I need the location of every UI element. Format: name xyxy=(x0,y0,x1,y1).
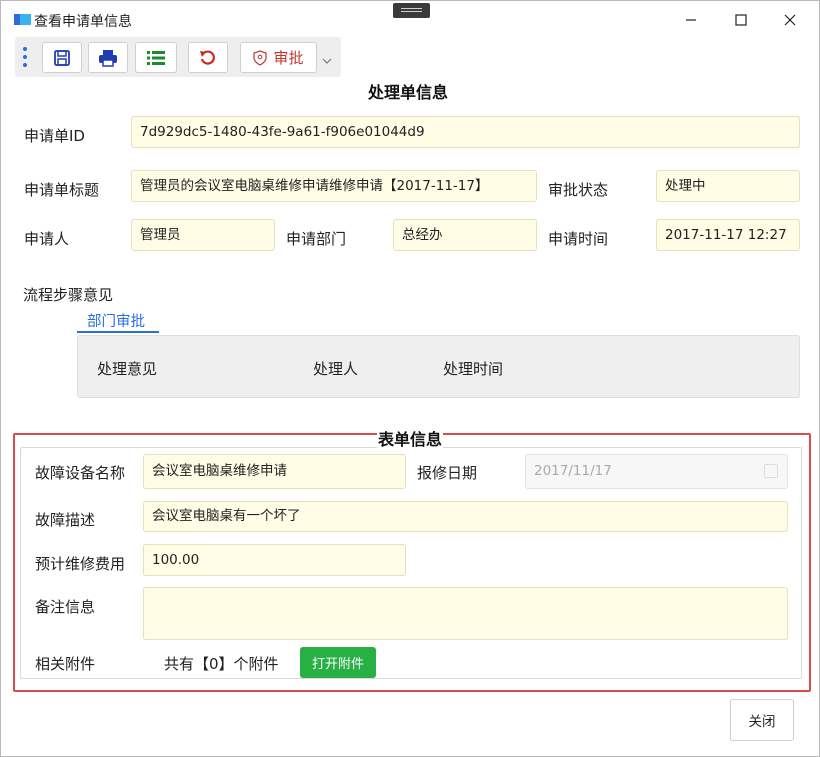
chevron-down-icon[interactable] xyxy=(322,55,332,68)
repair-date-field[interactable]: 2017/11/17 xyxy=(525,454,788,489)
form-section-title: 表单信息 xyxy=(377,426,444,450)
applicant-label: 申请人 xyxy=(24,230,70,248)
status-label: 审批状态 xyxy=(548,181,609,199)
id-label: 申请单ID xyxy=(24,127,85,145)
time-label: 申请时间 xyxy=(548,230,609,248)
department-label: 申请部门 xyxy=(286,230,347,248)
cost-label: 预计维修费用 xyxy=(35,555,126,573)
column-header-time[interactable]: 处理时间 xyxy=(443,358,503,379)
note-label: 备注信息 xyxy=(35,598,96,616)
desc-field[interactable]: 会议室电脑桌有一个坏了 xyxy=(143,501,788,532)
repair-date-label: 报修日期 xyxy=(417,464,478,482)
save-icon xyxy=(54,49,70,66)
window-title: 查看申请单信息 xyxy=(34,14,132,30)
list-icon xyxy=(147,50,165,65)
attach-count: 共有【0】个附件 xyxy=(164,655,279,673)
undo-button[interactable] xyxy=(188,42,228,73)
approve-label: 审批 xyxy=(273,49,304,67)
title-bar[interactable]: 查看申请单信息 xyxy=(1,1,819,37)
maximize-button[interactable] xyxy=(726,7,756,33)
applicant-field[interactable]: 管理员 xyxy=(131,219,275,251)
minimize-icon xyxy=(686,19,696,21)
subject-label: 申请单标题 xyxy=(24,181,100,199)
print-icon xyxy=(99,49,117,67)
application-window: 查看申请单信息 审批 处理单信息 申请单ID 7d929dc5-1480-43f… xyxy=(0,0,820,757)
subject-field[interactable]: 管理员的会议室电脑桌维修申请维修申请【2017-11-17】 xyxy=(131,170,537,202)
tab-underline xyxy=(77,331,159,333)
tab-department-approval[interactable]: 部门审批 xyxy=(87,310,145,331)
more-options-handle[interactable] xyxy=(21,46,29,68)
toolbar: 审批 xyxy=(15,37,341,77)
department-field[interactable]: 总经办 xyxy=(393,219,537,251)
shield-icon xyxy=(253,49,268,66)
close-window-button[interactable] xyxy=(775,7,805,33)
drag-handle[interactable] xyxy=(393,3,430,18)
approve-button[interactable]: 审批 xyxy=(240,42,317,73)
status-field[interactable]: 处理中 xyxy=(656,170,800,202)
app-icon xyxy=(14,14,31,25)
flow-label: 流程步骤意见 xyxy=(23,286,114,304)
list-button[interactable] xyxy=(135,42,177,73)
minimize-button[interactable] xyxy=(676,7,706,33)
note-textarea[interactable] xyxy=(143,587,788,640)
close-button[interactable]: 关闭 xyxy=(730,699,794,741)
calendar-icon xyxy=(764,464,778,478)
maximize-icon xyxy=(735,14,747,26)
column-header-opinion[interactable]: 处理意见 xyxy=(97,358,157,379)
close-icon xyxy=(784,14,796,26)
time-field[interactable]: 2017-11-17 12:27 xyxy=(656,219,800,251)
id-field[interactable]: 7d929dc5-1480-43fe-9a61-f906e01044d9 xyxy=(131,116,800,148)
flow-grid-header: 处理意见 处理人 处理时间 xyxy=(77,335,800,398)
desc-label: 故障描述 xyxy=(35,511,96,529)
process-section-title: 处理单信息 xyxy=(368,83,449,102)
device-label: 故障设备名称 xyxy=(35,464,126,482)
undo-icon xyxy=(200,49,215,65)
print-button[interactable] xyxy=(88,42,128,73)
save-button[interactable] xyxy=(42,42,82,73)
open-attachment-button[interactable]: 打开附件 xyxy=(300,647,376,678)
cost-field[interactable]: 100.00 xyxy=(143,544,406,576)
column-header-handler[interactable]: 处理人 xyxy=(313,358,358,379)
device-field[interactable]: 会议室电脑桌维修申请 xyxy=(143,454,406,489)
attach-label: 相关附件 xyxy=(35,655,96,673)
